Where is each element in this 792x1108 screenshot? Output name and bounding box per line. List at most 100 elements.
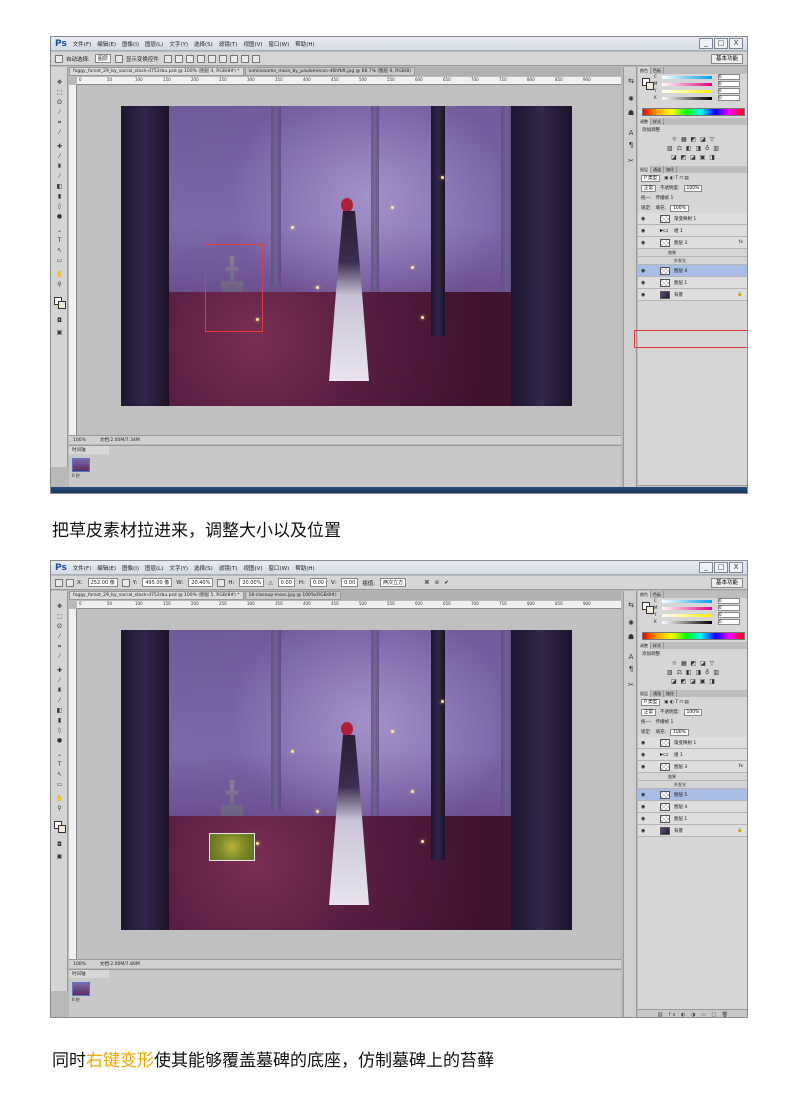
marquee-tool-icon[interactable]: ⬚ (55, 613, 64, 620)
workspace-switcher[interactable]: 基本功能 (710, 54, 743, 64)
dodge-tool-icon[interactable]: ● (55, 213, 64, 220)
zoom-level[interactable]: 100% (73, 962, 86, 967)
vskew-input[interactable]: 0.00 (341, 578, 359, 587)
maximize-button[interactable]: □ (714, 38, 728, 49)
forest-scene-image[interactable] (121, 106, 572, 406)
auto-align-icon[interactable] (251, 54, 260, 63)
eyedropper-tool-icon[interactable]: ⁄ (55, 129, 64, 136)
workspace-switcher[interactable]: 基本功能 (710, 578, 743, 588)
tab-document-2[interactable]: luminosome_moss_by_paulomecon-d6hfbft.jp… (244, 67, 416, 76)
layer-row-selected[interactable]: ◉ 图层 5 (638, 789, 747, 801)
move-tool-icon[interactable]: ✥ (55, 603, 64, 610)
tools-preset-icon[interactable]: ✂ (626, 681, 636, 689)
adjustment-icons-row-1[interactable]: ☼ ▦ ◩ ◪ ▽ (638, 659, 747, 668)
tab-paths[interactable]: 路径 (664, 690, 677, 697)
propagate-label[interactable]: 传播帧 1 (656, 195, 674, 201)
menu-file[interactable]: 文件(F) (73, 564, 91, 572)
history-brush-tool-icon[interactable]: ⁄ (55, 173, 64, 180)
tab-swatches[interactable]: 色板 (651, 591, 664, 598)
canvas-area[interactable] (77, 85, 621, 435)
path-select-tool-icon[interactable]: ↖ (55, 771, 64, 778)
type-tool-icon[interactable]: T (55, 237, 64, 244)
tab-channels[interactable]: 通道 (651, 690, 664, 697)
commit-icon[interactable]: ✔ (444, 580, 449, 586)
frame-time[interactable]: 0 秒 (72, 997, 80, 1003)
pen-tool-icon[interactable]: ⌄ (55, 751, 64, 758)
menu-edit[interactable]: 编辑(E) (97, 564, 116, 572)
menu-view[interactable]: 视图(V) (243, 40, 262, 48)
eraser-tool-icon[interactable]: ◧ (55, 183, 64, 190)
blend-mode-dropdown[interactable]: 正常 (641, 708, 656, 716)
bg-color-swatch[interactable] (646, 82, 654, 90)
color-spectrum[interactable] (642, 632, 745, 640)
blur-tool-icon[interactable]: ◊ (55, 727, 64, 734)
zoom-level[interactable]: 100% (73, 438, 86, 443)
filter-icons[interactable]: ▣ ◐ T ⊓ ▤ (664, 700, 688, 705)
eye-icon[interactable]: ◉ (641, 764, 645, 770)
healing-tool-icon[interactable]: ✚ (55, 667, 64, 674)
slider-c[interactable]: C0 (654, 598, 747, 605)
menu-select[interactable]: 选择(S) (194, 564, 213, 572)
blend-mode-dropdown[interactable]: 正常 (641, 184, 656, 192)
character-icon[interactable]: A (626, 129, 636, 137)
width-input[interactable]: 20.40% (188, 578, 214, 587)
move-tool-icon[interactable]: ✥ (55, 79, 64, 86)
distribute-icon[interactable] (240, 54, 249, 63)
fill-input[interactable]: 100% (670, 728, 689, 736)
eyedropper-tool-icon[interactable]: ⁄ (55, 653, 64, 660)
screen-mode-icon[interactable]: ▣ (55, 853, 64, 860)
tab-document-1[interactable]: foggy_forest_29_by_sacral_stock-d753rbu.… (69, 67, 244, 76)
moss-texture-layer[interactable] (209, 833, 255, 861)
tab-color[interactable]: 颜色 (638, 67, 651, 74)
brush-tool-icon[interactable]: ⁄ (55, 153, 64, 160)
blur-tool-icon[interactable]: ◊ (55, 203, 64, 210)
align-middle-icon[interactable] (174, 54, 183, 63)
angle-input[interactable]: 0.00 (277, 578, 295, 587)
zoom-tool-icon[interactable]: ⚲ (55, 281, 64, 288)
bg-color-swatch[interactable] (646, 606, 654, 614)
tab-styles[interactable]: 样式 (651, 642, 664, 649)
zoom-tool-icon[interactable]: ⚲ (55, 805, 64, 812)
layer-effect-row[interactable]: 效果 (638, 249, 747, 257)
eye-icon[interactable]: ◉ (641, 228, 645, 234)
layer-row[interactable]: ◉ ▸▭ 组 1 (638, 749, 747, 761)
slider-y[interactable]: Y0 (654, 88, 747, 95)
checkbox-icon[interactable] (114, 54, 123, 63)
eye-icon[interactable]: ◉ (641, 792, 645, 798)
brush-tool-icon[interactable]: ⁄ (55, 677, 64, 684)
eraser-tool-icon[interactable]: ◧ (55, 707, 64, 714)
fx-icon[interactable]: fx (739, 764, 743, 769)
clone-source-icon[interactable]: ☗ (626, 633, 636, 641)
marquee-tool-icon[interactable]: ⬚ (55, 89, 64, 96)
move-tool-icon[interactable] (55, 54, 63, 63)
slider-c[interactable]: C0 (654, 74, 747, 81)
align-bottom-icon[interactable] (185, 54, 194, 63)
brush-preset-icon[interactable]: ✺ (626, 619, 636, 627)
transform-tool-icon[interactable] (55, 578, 63, 587)
layer-row-selected[interactable]: ◉ 图层 4 (638, 265, 747, 277)
adjustment-icons-row-2[interactable]: ▧ ⚖ ◧ ◨ ♁ ▥ (638, 668, 747, 677)
menu-filter[interactable]: 滤镜(T) (219, 564, 238, 572)
reference-point-icon[interactable] (66, 578, 74, 587)
clone-stamp-tool-icon[interactable]: ♜ (55, 163, 64, 170)
background-color-swatch[interactable] (58, 301, 66, 309)
paragraph-icon[interactable]: ¶ (626, 141, 636, 149)
close-button[interactable]: X (729, 38, 743, 49)
history-icon[interactable]: ⇆ (626, 601, 636, 609)
background-color-swatch[interactable] (58, 825, 66, 833)
timeline-frame[interactable] (72, 458, 90, 472)
layer-effect-row[interactable]: 效果 (638, 773, 747, 781)
lasso-tool-icon[interactable]: ʘ (55, 99, 64, 106)
eye-icon[interactable]: ◉ (641, 268, 645, 274)
layer-row[interactable]: ◉ 图层 1 (638, 813, 747, 825)
brush-preset-icon[interactable]: ✺ (626, 95, 636, 103)
history-brush-tool-icon[interactable]: ⁄ (55, 697, 64, 704)
crop-tool-icon[interactable]: ⌗ (55, 119, 64, 126)
eye-icon[interactable]: ◉ (641, 292, 645, 298)
healing-tool-icon[interactable]: ✚ (55, 143, 64, 150)
color-spectrum[interactable] (642, 108, 745, 116)
shape-tool-icon[interactable]: ▭ (55, 257, 64, 264)
tab-adjustments[interactable]: 调整 (638, 118, 651, 125)
menu-type[interactable]: 文字(Y) (169, 40, 188, 48)
fx-icon[interactable]: fx (739, 240, 743, 245)
